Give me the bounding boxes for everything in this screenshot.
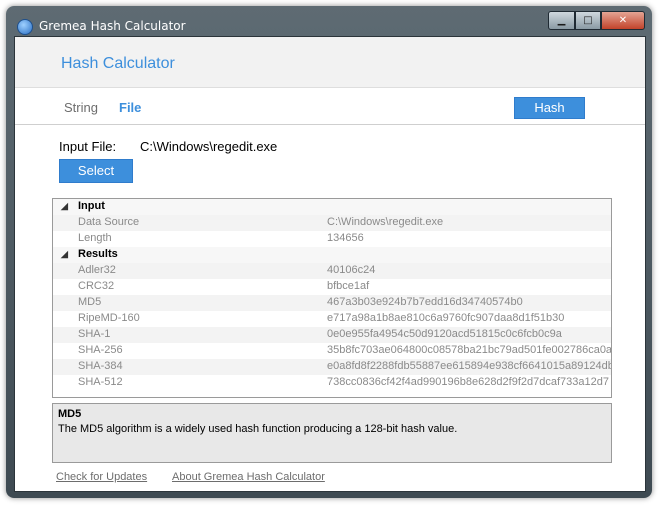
property-value: bfbce1af (327, 280, 370, 292)
app-shield-icon (17, 19, 33, 35)
property-value: 40106c24 (327, 264, 376, 276)
grid-row[interactable]: SHA-256 35b8fc703ae064800c08578ba21bc79a… (53, 343, 611, 359)
category-input[interactable]: ◢ Input (53, 199, 611, 215)
grid-row[interactable]: SHA-384 e0a8fd8f2288fdb55887ee615894e938… (53, 359, 611, 375)
property-value: 134656 (327, 232, 364, 244)
client-area: Hash Calculator String File Hash Input F… (14, 36, 646, 492)
property-name: Adler32 (78, 264, 116, 276)
caption-buttons: ▁ □ ✕ (548, 11, 645, 30)
property-name: SHA-256 (78, 344, 123, 356)
property-name: SHA-384 (78, 360, 123, 372)
property-value: 0e0e955fa4954c50d9120acd51815c0c6fcb0c9a (327, 328, 562, 340)
property-name: Length (78, 232, 112, 244)
category-label: Results (78, 248, 118, 260)
about-link[interactable]: About Gremea Hash Calculator (172, 471, 325, 483)
property-value: 738cc0836cf42f4ad990196b8e628d2f9f2d7dca… (327, 376, 609, 388)
property-name: SHA-512 (78, 376, 123, 388)
grid-row[interactable]: Data Source C:\Windows\regedit.exe (53, 215, 611, 231)
property-value: e0a8fd8f2288fdb55887ee615894e938cf664101… (327, 360, 612, 372)
property-name: CRC32 (78, 280, 115, 292)
grid-row[interactable]: RipeMD-160 e717a98a1b8ae810c6a9760fc907d… (53, 311, 611, 327)
property-name: RipeMD-160 (78, 312, 140, 324)
description-panel: MD5 The MD5 algorithm is a widely used h… (52, 403, 612, 463)
grid-row[interactable]: SHA-1 0e0e955fa4954c50d9120acd51815c0c6f… (53, 327, 611, 343)
property-name: Data Source (78, 216, 140, 228)
collapse-triangle-icon[interactable]: ◢ (61, 249, 68, 260)
property-name: SHA-1 (78, 328, 111, 340)
collapse-triangle-icon[interactable]: ◢ (61, 201, 68, 212)
description-title: MD5 (58, 408, 82, 420)
property-name: MD5 (78, 296, 102, 308)
property-value: C:\Windows\regedit.exe (327, 216, 444, 228)
category-label: Input (78, 200, 105, 212)
minimize-button[interactable]: ▁ (548, 11, 575, 30)
grid-row[interactable]: Adler32 40106c24 (53, 263, 611, 279)
select-button[interactable]: Select (59, 159, 133, 183)
window-title: Gremea Hash Calculator (39, 19, 186, 33)
description-text: The MD5 algorithm is a widely used hash … (58, 423, 458, 435)
tab-string[interactable]: String (64, 100, 98, 115)
close-button[interactable]: ✕ (601, 11, 645, 30)
property-value: 35b8fc703ae064800c08578ba21bc79ad501fe00… (327, 344, 612, 356)
grid-row[interactable]: CRC32 bfbce1af (53, 279, 611, 295)
header-band: Hash Calculator (15, 37, 645, 88)
grid-row[interactable]: SHA-512 738cc0836cf42f4ad990196b8e628d2f… (53, 375, 611, 391)
input-file-label: Input File: (59, 139, 117, 154)
maximize-button[interactable]: □ (575, 11, 601, 30)
grid-row[interactable]: Length 134656 (53, 231, 611, 247)
input-file-path: C:\Windows\regedit.exe (140, 139, 278, 154)
grid-row-selected[interactable]: MD5 467a3b03e924b7b7edd16d34740574b0 (53, 295, 611, 311)
app-title: Hash Calculator (61, 55, 175, 72)
property-grid[interactable]: ◢ Input Data Source C:\Windows\regedit.e… (52, 198, 612, 398)
divider (15, 124, 645, 125)
property-value: e717a98a1b8ae810c6a9760fc907daa8d1f51b30 (327, 312, 565, 324)
app-window: Gremea Hash Calculator ▁ □ ✕ Hash Calcul… (6, 6, 652, 498)
check-updates-link[interactable]: Check for Updates (56, 471, 147, 483)
hash-button[interactable]: Hash (514, 97, 585, 119)
category-results[interactable]: ◢ Results (53, 247, 611, 263)
property-value: 467a3b03e924b7b7edd16d34740574b0 (327, 296, 523, 308)
tab-file[interactable]: File (119, 100, 141, 115)
